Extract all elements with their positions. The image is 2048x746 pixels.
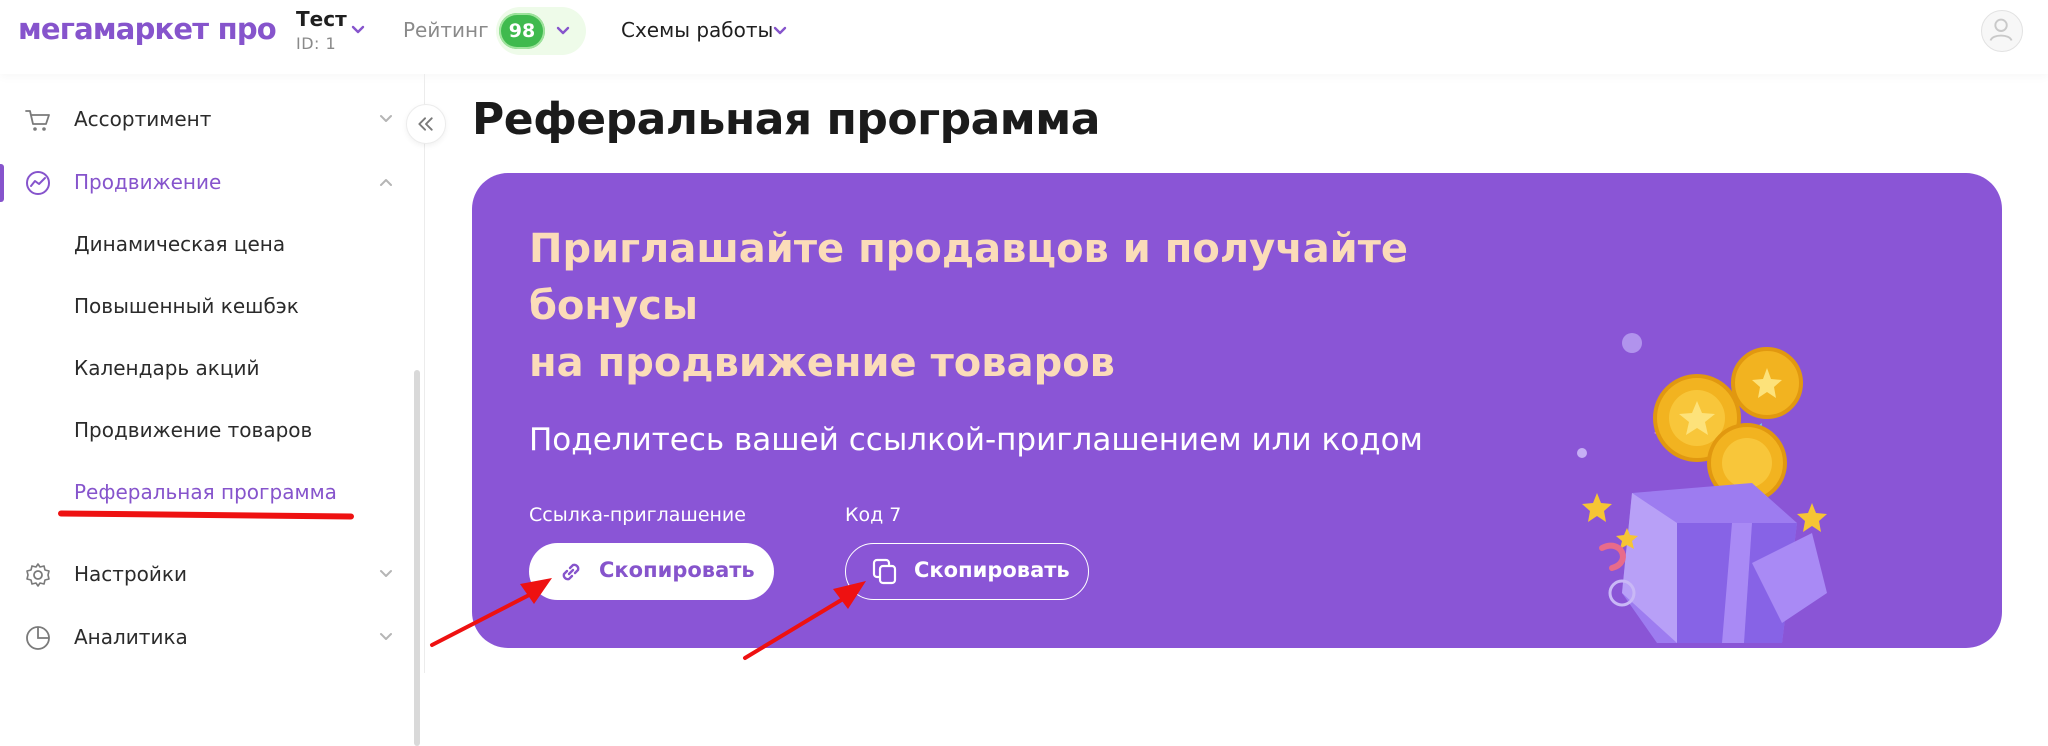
account-switcher[interactable]: Тест ID: 1: [296, 7, 347, 53]
trend-icon: [26, 171, 50, 195]
sidebar-item-label: Настройки: [74, 562, 187, 586]
copy-icon: [872, 558, 897, 585]
banner-title-line: на продвижение товаров: [529, 340, 1115, 386]
sidebar-item-label: Аналитика: [74, 625, 188, 649]
chevron-down-icon: [380, 570, 392, 577]
double-chevron-left-icon: [418, 117, 433, 131]
sidebar-item-label: Ассортимент: [74, 107, 212, 131]
page-title: Реферальная программа: [472, 94, 1100, 145]
sidebar-scrollbar[interactable]: [414, 370, 420, 746]
invite-link-label: Ссылка-приглашение: [529, 504, 746, 526]
sidebar-subitem-referral[interactable]: Реферальная программа: [74, 480, 337, 504]
collapse-sidebar-button[interactable]: [406, 104, 446, 144]
sidebar-item-settings[interactable]: Настройки: [0, 549, 420, 599]
account-id: ID: 1: [296, 34, 337, 53]
rating-badge: 98: [499, 13, 545, 49]
referral-banner: Приглашайте продавцов и получайте бонусы…: [472, 173, 2002, 648]
banner-title-line: Приглашайте продавцов и получайте: [529, 226, 1409, 272]
sidebar-item-promotion[interactable]: Продвижение: [0, 157, 420, 207]
link-icon: [562, 563, 580, 581]
chevron-up-icon: [380, 179, 392, 186]
chevron-down-icon: [380, 633, 392, 640]
chevron-down-icon: [556, 26, 570, 35]
rating-widget[interactable]: 98: [496, 7, 586, 55]
chevron-down-icon[interactable]: [348, 20, 368, 40]
sidebar-item-label: Продвижение: [74, 170, 222, 194]
sidebar-subitem-calendar[interactable]: Календарь акций: [74, 356, 260, 380]
sidebar-subitem-cashback[interactable]: Повышенный кешбэк: [74, 294, 299, 318]
copy-code-button[interactable]: Скопировать: [845, 543, 1089, 600]
gift-box-illustration: [1577, 333, 1827, 643]
avatar[interactable]: [1981, 10, 2023, 52]
account-name: Тест: [296, 7, 347, 31]
sidebar-subitem-dynamic-price[interactable]: Динамическая цена: [74, 232, 285, 256]
rating-label: Рейтинг: [403, 18, 489, 42]
annotation-underline: [57, 510, 355, 520]
sidebar-subitem-product-promotion[interactable]: Продвижение товаров: [74, 418, 312, 442]
banner-title: Приглашайте продавцов и получайте бонусы…: [529, 221, 1429, 392]
chevron-down-icon: [380, 115, 392, 122]
schemes-menu[interactable]: Схемы работы: [621, 18, 773, 42]
copy-link-button-label: Скопировать: [599, 558, 755, 582]
chevron-down-icon[interactable]: [770, 21, 790, 41]
copy-code-button-label: Скопировать: [914, 558, 1070, 582]
banner-subtitle: Поделитесь вашей ссылкой-приглашением ил…: [529, 422, 1423, 458]
copy-link-button[interactable]: Скопировать: [529, 543, 774, 600]
sidebar: Ассортимент Продвижение Динамическая цен…: [0, 74, 425, 746]
banner-title-line: бонусы: [529, 283, 699, 329]
gear-icon: [26, 563, 50, 587]
top-header: мегамаркет про Тест ID: 1 Рейтинг 98 Схе…: [0, 0, 2048, 74]
sidebar-item-analytics[interactable]: Аналитика: [0, 612, 420, 662]
sidebar-item-assortment[interactable]: Ассортимент: [0, 94, 420, 144]
logo[interactable]: мегамаркет про: [18, 12, 277, 46]
cart-icon: [25, 110, 50, 131]
pie-chart-icon: [26, 626, 50, 650]
invite-code-label: Код 7: [845, 504, 902, 526]
user-icon: [1989, 18, 2013, 42]
